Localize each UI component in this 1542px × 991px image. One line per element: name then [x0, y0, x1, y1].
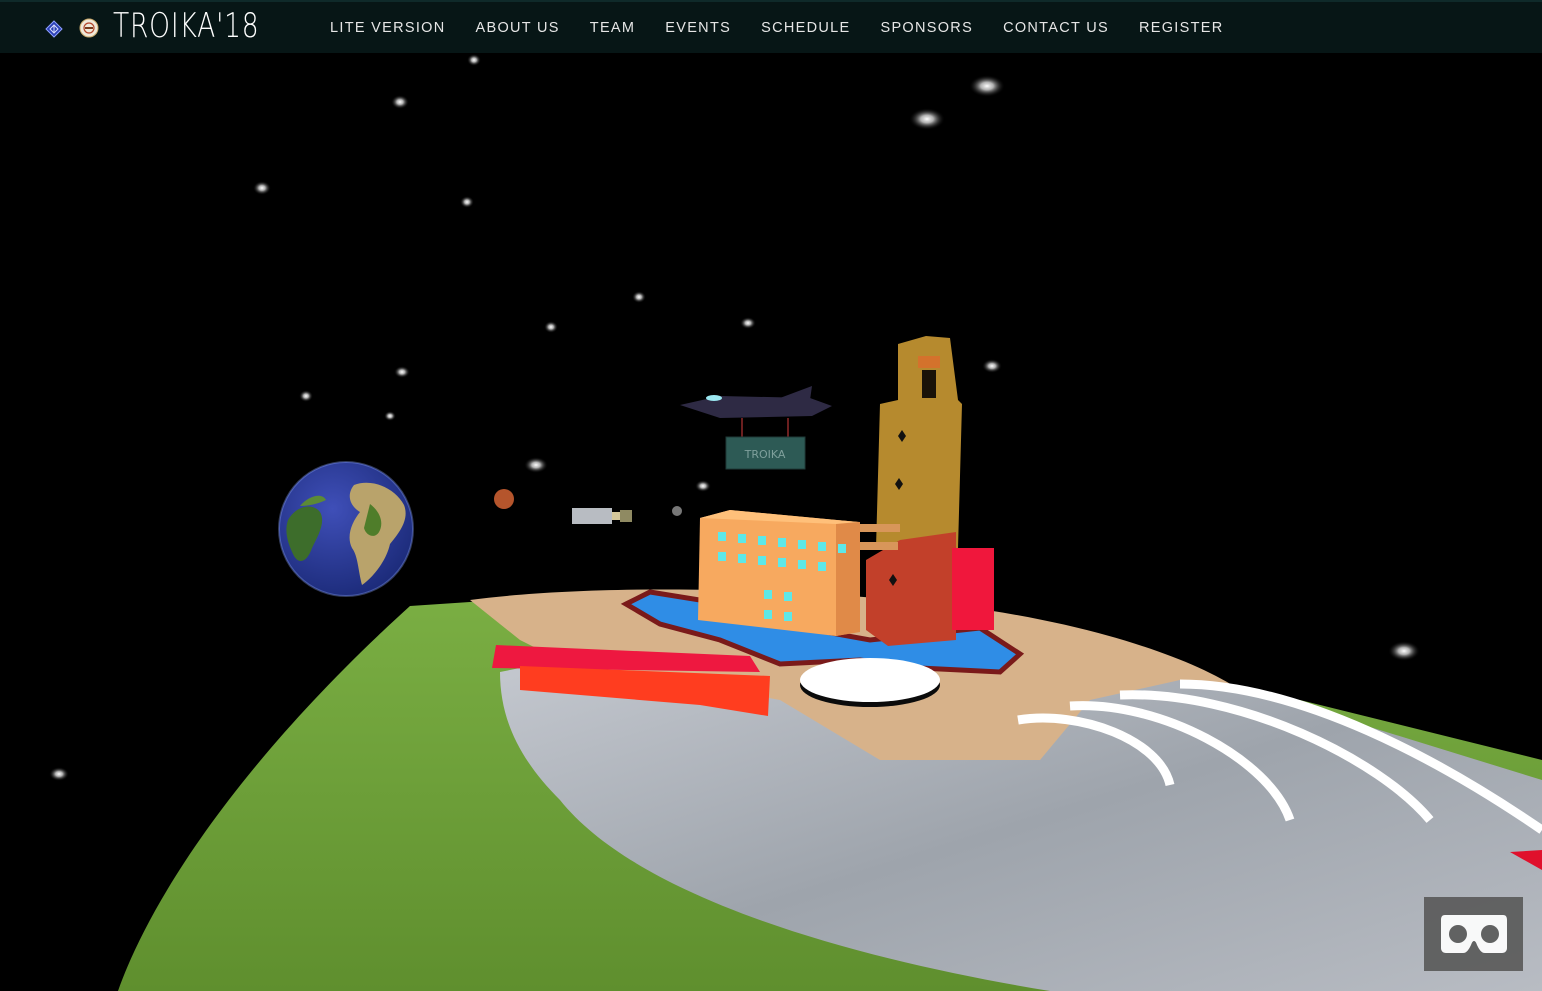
- aircraft-with-banner: TROIKA: [680, 386, 832, 470]
- scene-canvas[interactable]: TROIKA: [0, 53, 1542, 991]
- top-navbar: TROIKA'18 LITE VERSION ABOUT US TEAM EVE…: [0, 0, 1542, 53]
- nav-events[interactable]: EVENTS: [665, 20, 731, 36]
- diamond-logo-icon[interactable]: [45, 20, 63, 38]
- main-navigation: LITE VERSION ABOUT US TEAM EVENTS SCHEDU…: [330, 2, 1254, 53]
- nav-register[interactable]: REGISTER: [1139, 20, 1224, 36]
- vr-headset-icon: [1440, 915, 1507, 953]
- satellite: [572, 508, 632, 524]
- emblem-logo-icon[interactable]: [79, 18, 99, 38]
- white-disc: [800, 658, 940, 702]
- clock-tower: [856, 336, 994, 646]
- main-building: [698, 510, 860, 636]
- nav-team[interactable]: TEAM: [590, 20, 635, 36]
- nav-sponsors[interactable]: SPONSORS: [880, 20, 973, 36]
- nav-about-us[interactable]: ABOUT US: [476, 20, 560, 36]
- site-logo[interactable]: TROIKA'18: [113, 6, 259, 46]
- nav-schedule[interactable]: SCHEDULE: [761, 20, 850, 36]
- nav-contact-us[interactable]: CONTACT US: [1003, 20, 1109, 36]
- webgl-3d-scene[interactable]: TROIKA: [0, 53, 1542, 991]
- banner-text: TROIKA: [744, 448, 786, 461]
- mars-planet: [494, 489, 514, 509]
- earth-globe: [278, 461, 414, 597]
- moon-small: [672, 506, 682, 516]
- nav-lite-version[interactable]: LITE VERSION: [330, 20, 446, 36]
- enter-vr-button[interactable]: [1424, 897, 1523, 971]
